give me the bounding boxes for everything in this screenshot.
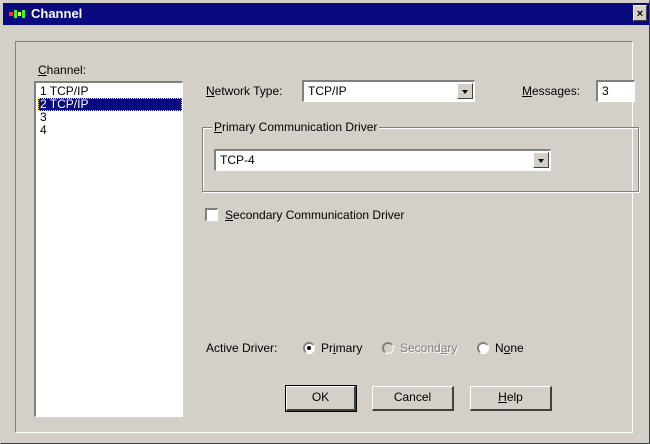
list-item-selected[interactable]: 2 TCP/IP bbox=[38, 98, 182, 111]
messages-label: Messages: bbox=[522, 84, 581, 98]
network-type-select[interactable]: TCP/IP bbox=[302, 80, 475, 102]
primary-driver-group-title: Primary Communication Driver bbox=[212, 120, 380, 134]
primary-driver-select[interactable]: TCP-4 bbox=[214, 149, 551, 171]
close-icon: × bbox=[636, 8, 644, 20]
secondary-driver-label[interactable]: Secondary Communication Driver bbox=[225, 208, 404, 222]
network-type-label: Network Type: bbox=[206, 84, 283, 98]
none-radio-label[interactable]: None bbox=[495, 341, 524, 355]
primary-driver-value: TCP-4 bbox=[220, 153, 255, 167]
help-button[interactable]: Help bbox=[470, 386, 552, 411]
active-driver-label: Active Driver: bbox=[206, 341, 278, 355]
network-type-value: TCP/IP bbox=[308, 84, 347, 98]
chevron-down-icon bbox=[462, 90, 468, 94]
channel-dialog: Channel × Channel: 1 TCP/IP 2 TCP/IP 3 4… bbox=[0, 0, 650, 444]
secondary-radio[interactable] bbox=[382, 342, 394, 354]
close-button[interactable]: × bbox=[633, 5, 647, 21]
title-bar[interactable]: Channel × bbox=[3, 3, 649, 25]
messages-input[interactable]: 3 bbox=[596, 80, 635, 102]
secondary-radio-label[interactable]: Secondary bbox=[400, 341, 457, 355]
primary-radio[interactable] bbox=[303, 342, 315, 354]
channel-list-label: Channel: bbox=[38, 63, 87, 77]
messages-value: 3 bbox=[602, 84, 609, 98]
secondary-driver-checkbox[interactable] bbox=[205, 208, 218, 221]
ok-button[interactable]: OK bbox=[285, 385, 357, 412]
none-radio[interactable] bbox=[477, 342, 489, 354]
list-item[interactable]: 3 bbox=[38, 111, 182, 124]
primary-radio-label[interactable]: Primary bbox=[321, 341, 362, 355]
app-icon bbox=[9, 10, 25, 18]
cancel-button[interactable]: Cancel bbox=[372, 386, 454, 411]
list-item[interactable]: 4 bbox=[38, 124, 182, 137]
channel-listbox[interactable]: 1 TCP/IP 2 TCP/IP 3 4 bbox=[34, 81, 183, 417]
primary-driver-dropdown-button[interactable] bbox=[533, 152, 549, 168]
window-title: Channel bbox=[31, 6, 83, 21]
network-type-dropdown-button[interactable] bbox=[457, 83, 473, 99]
radio-dot-icon bbox=[307, 346, 311, 350]
chevron-down-icon bbox=[538, 159, 544, 163]
